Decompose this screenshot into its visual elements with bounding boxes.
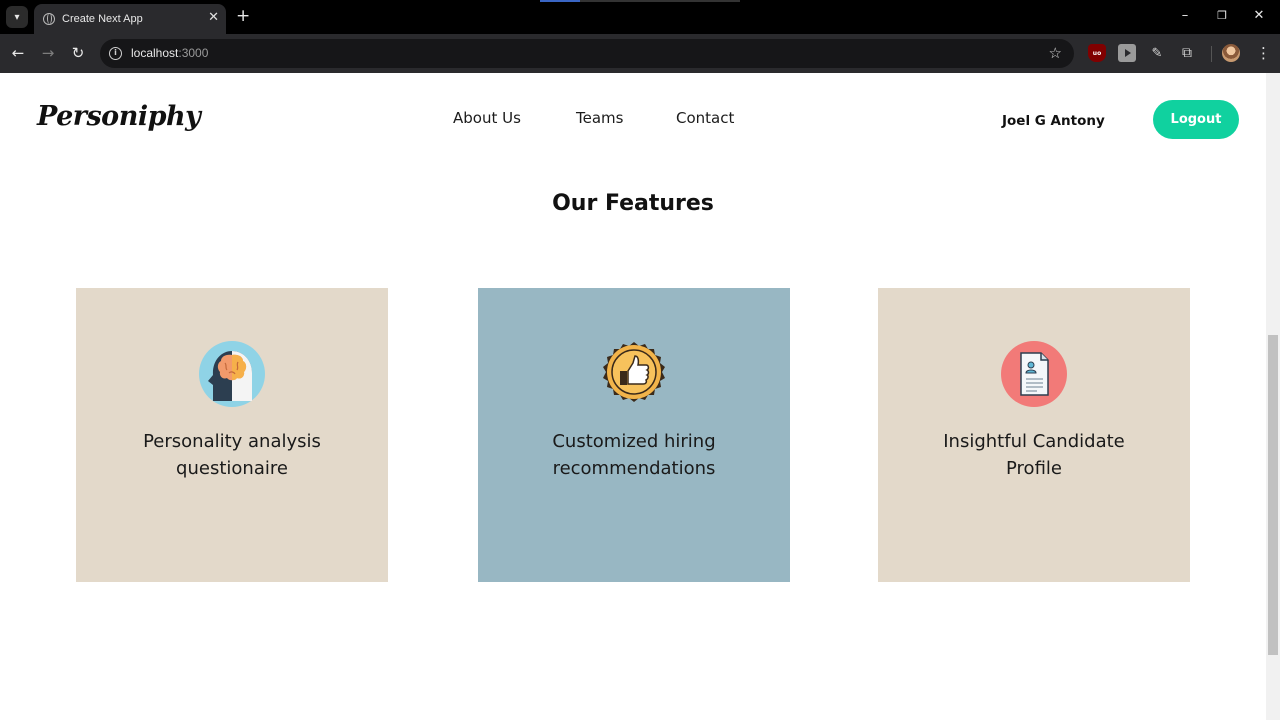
feature-card-text: Customized hiring recommendations	[552, 431, 716, 479]
browser-menu-icon[interactable]: ⋮	[1256, 43, 1271, 63]
feature-card-text: Insightful Candidate Profile	[943, 431, 1125, 479]
new-tab-icon[interactable]: +	[236, 7, 250, 25]
forward-arrow-icon[interactable]: →	[38, 43, 58, 63]
profile-avatar[interactable]	[1222, 44, 1240, 62]
eyedropper-extension-icon[interactable]: ✎	[1148, 44, 1166, 62]
site-logo[interactable]: Personiphy	[37, 101, 201, 132]
logout-button[interactable]: Logout	[1153, 100, 1239, 139]
section-title: Our Features	[552, 191, 714, 216]
toolbar-divider	[1211, 46, 1212, 62]
feature-card-text: Personality analysis questionaire	[143, 431, 321, 479]
thumbs-up-badge-icon	[601, 341, 667, 407]
tab-search-icon[interactable]: ▾	[6, 6, 28, 28]
back-arrow-icon[interactable]: ←	[8, 43, 28, 63]
nav-about-us[interactable]: About Us	[453, 109, 521, 127]
url-text[interactable]: localhost:3000	[131, 46, 208, 60]
brain-head-icon	[199, 341, 265, 407]
loading-indicator	[540, 0, 740, 2]
page-scrollbar[interactable]	[1266, 73, 1280, 720]
nav-contact[interactable]: Contact	[676, 109, 734, 127]
video-extension-icon[interactable]	[1118, 44, 1136, 62]
site-info-icon[interactable]: i	[109, 47, 122, 60]
bookmark-star-icon[interactable]: ☆	[1049, 44, 1062, 62]
feature-card-profile[interactable]: Insightful Candidate Profile	[878, 288, 1190, 582]
tab-title: Create Next App	[62, 13, 143, 25]
reload-icon[interactable]: ↻	[68, 43, 88, 63]
nav-teams[interactable]: Teams	[576, 109, 623, 127]
globe-icon	[43, 13, 55, 25]
feature-card-hiring[interactable]: Customized hiring recommendations	[478, 288, 790, 582]
ublock-extension-icon[interactable]: uo	[1088, 44, 1106, 62]
browser-toolbar: ← → ↻ i localhost:3000 ☆ uo ✎ ⧉ ⋮	[0, 34, 1280, 73]
browser-tab-bar: ▾ Create Next App ✕ + – ❐ ✕	[0, 0, 1280, 34]
feature-card-personality[interactable]: Personality analysis questionaire	[76, 288, 388, 582]
scrollbar-thumb[interactable]	[1268, 335, 1278, 655]
close-window-icon[interactable]: ✕	[1249, 8, 1269, 24]
restore-icon[interactable]: ❐	[1212, 8, 1232, 24]
profile-document-icon	[1001, 341, 1067, 407]
extensions-puzzle-icon[interactable]: ⧉	[1178, 44, 1196, 62]
minimize-icon[interactable]: –	[1175, 8, 1195, 24]
browser-tab[interactable]: Create Next App ✕	[34, 4, 226, 34]
page-viewport: Personiphy About Us Teams Contact Joel G…	[0, 73, 1266, 720]
address-bar[interactable]: i localhost:3000 ☆	[100, 39, 1074, 68]
user-name: Joel G Antony	[1002, 113, 1105, 129]
close-tab-icon[interactable]: ✕	[208, 11, 219, 25]
